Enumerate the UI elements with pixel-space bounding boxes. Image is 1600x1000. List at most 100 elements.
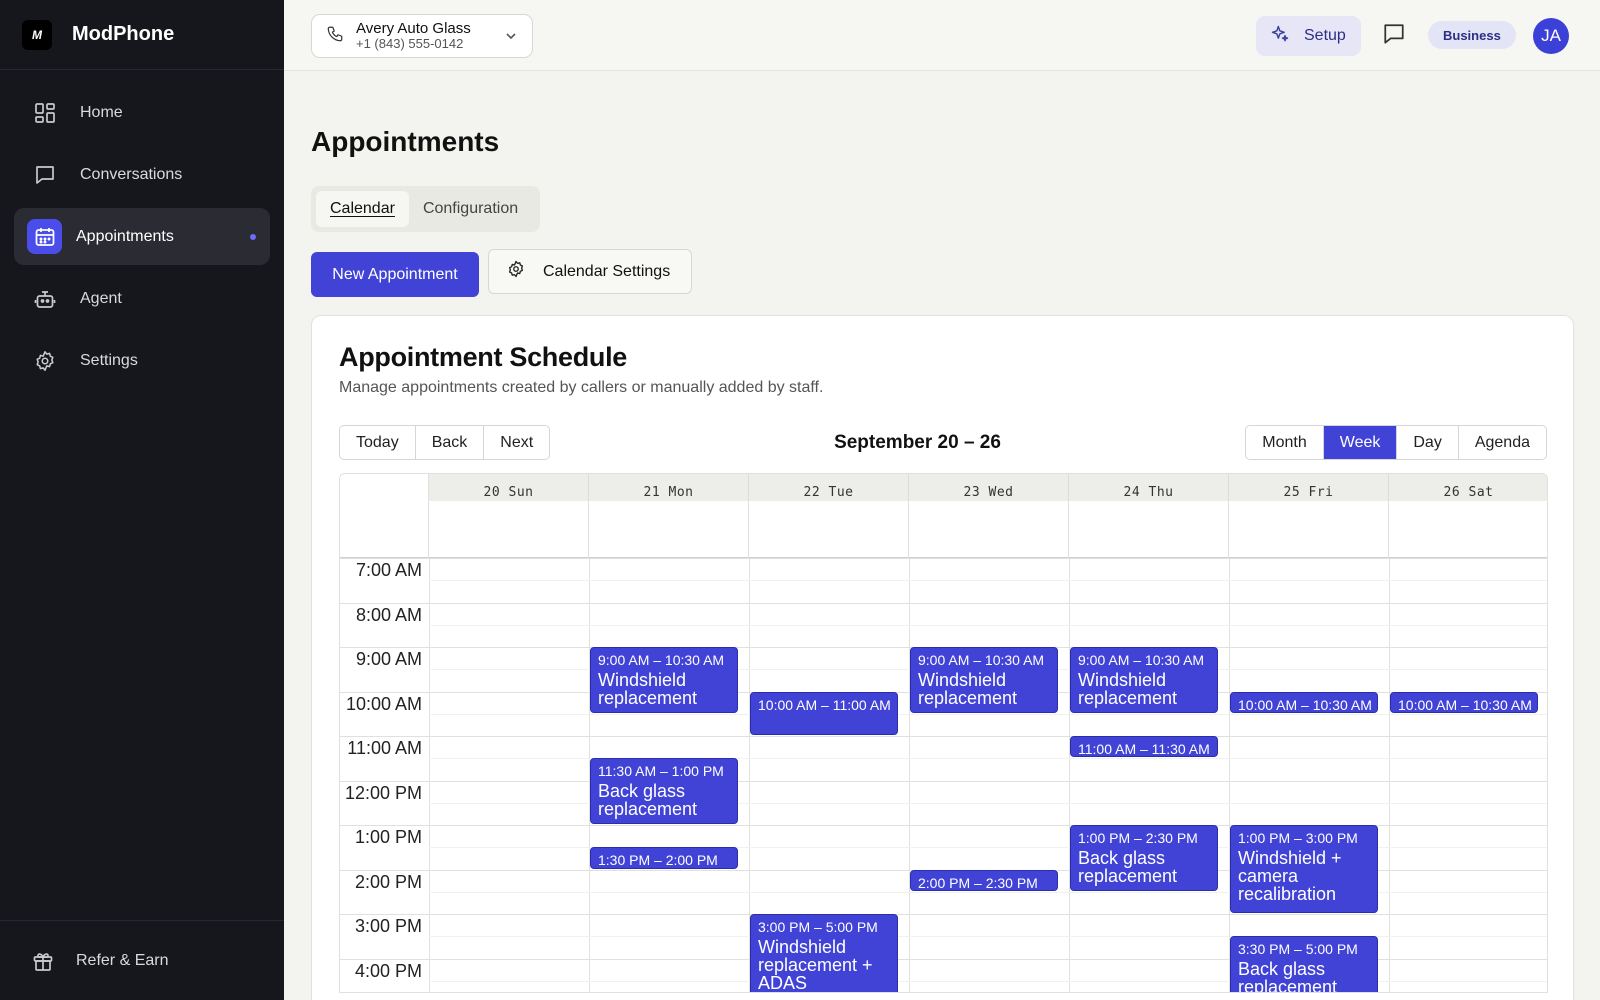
time-gutter-header bbox=[340, 474, 429, 558]
next-button[interactable]: Next bbox=[484, 426, 549, 459]
chevron-down-icon bbox=[504, 29, 518, 48]
hour-gridline bbox=[340, 914, 1547, 915]
view-day-button[interactable]: Day bbox=[1397, 426, 1459, 459]
event-time: 2:00 PM – 2:30 PM bbox=[918, 874, 1038, 891]
day-header[interactable]: 20 Sun bbox=[429, 474, 589, 501]
all-day-cell[interactable] bbox=[429, 501, 589, 558]
sidebar-item-agent[interactable]: Agent bbox=[14, 270, 270, 327]
sidebar-item-settings[interactable]: Settings bbox=[14, 332, 270, 389]
hour-gridline bbox=[340, 558, 1547, 559]
time-label: 10:00 AM bbox=[345, 693, 422, 714]
all-day-cell[interactable] bbox=[749, 501, 909, 558]
all-day-cell[interactable] bbox=[1389, 501, 1547, 558]
all-day-cell[interactable] bbox=[909, 501, 1069, 558]
hour-gridline bbox=[340, 780, 1547, 782]
appointment-event[interactable]: 9:00 AM – 10:30 AM Windshield replacement bbox=[910, 647, 1058, 713]
event-time: 10:00 AM – 10:30 AM bbox=[1238, 696, 1372, 713]
appointment-event[interactable]: 10:00 AM – 10:30 AM bbox=[1230, 691, 1378, 713]
grid-icon bbox=[32, 100, 58, 126]
day-header[interactable]: 25 Fri bbox=[1229, 474, 1389, 501]
setup-button[interactable]: Setup bbox=[1256, 16, 1361, 56]
appointment-event[interactable]: 11:30 AM – 1:00 PM Back glass replacement bbox=[590, 758, 738, 824]
tab-configuration[interactable]: Configuration bbox=[409, 191, 532, 227]
event-title: Windshield + camera recalibration bbox=[1238, 848, 1342, 904]
sidebar-item-conversations[interactable]: Conversations bbox=[14, 146, 270, 203]
schedule-subtitle: Manage appointments created by callers o… bbox=[339, 379, 824, 396]
sidebar-item-label: Conversations bbox=[80, 165, 183, 183]
page-title: Appointments bbox=[311, 126, 500, 157]
sidebar-item-label: Home bbox=[80, 103, 123, 121]
sidebar-item-home[interactable]: Home bbox=[14, 84, 270, 141]
half-hour-gridline bbox=[429, 713, 1547, 715]
event-time: 11:00 AM – 11:30 AM bbox=[1078, 741, 1210, 757]
sidebar-item-appointments[interactable]: Appointments bbox=[14, 208, 270, 265]
back-button[interactable]: Back bbox=[416, 426, 485, 459]
day-column-divider bbox=[909, 558, 910, 992]
messages-button[interactable] bbox=[1382, 22, 1406, 51]
view-agenda-button[interactable]: Agenda bbox=[1459, 426, 1546, 459]
tab-calendar[interactable]: Calendar bbox=[316, 191, 409, 227]
day-column-divider bbox=[1229, 558, 1230, 992]
appointment-event[interactable]: 3:30 PM – 5:00 PM Back glass replacement bbox=[1230, 936, 1378, 992]
half-hour-gridline bbox=[429, 624, 1547, 626]
event-time: 11:30 AM – 1:00 PM bbox=[598, 763, 724, 780]
sidebar-item-label: Agent bbox=[80, 289, 122, 307]
user-avatar[interactable]: JA bbox=[1533, 18, 1569, 54]
appointment-event[interactable]: 10:00 AM – 10:30 AM bbox=[1390, 691, 1538, 713]
phone-icon bbox=[326, 25, 344, 48]
all-day-cell[interactable] bbox=[1229, 501, 1389, 558]
hour-gridline bbox=[340, 602, 1547, 604]
appointment-event[interactable]: 2:00 PM – 2:30 PM bbox=[910, 869, 1058, 891]
appointment-event[interactable]: 9:00 AM – 10:30 AM Windshield replacement bbox=[1070, 647, 1218, 713]
today-button[interactable]: Today bbox=[340, 426, 416, 459]
business-name: Avery Auto Glass bbox=[356, 19, 471, 37]
all-day-cell[interactable] bbox=[1069, 501, 1229, 558]
gear-icon bbox=[32, 348, 58, 374]
calendar-settings-button[interactable]: Calendar Settings bbox=[488, 249, 692, 294]
time-label: 9:00 AM bbox=[355, 649, 422, 669]
day-header[interactable]: 24 Thu bbox=[1069, 474, 1229, 501]
day-header[interactable]: 23 Wed bbox=[909, 474, 1069, 501]
event-time: 10:00 AM – 11:00 AM bbox=[758, 696, 891, 713]
half-hour-gridline bbox=[429, 580, 1547, 582]
refer-and-earn-link[interactable]: Refer & Earn bbox=[0, 920, 284, 1000]
plan-badge: Business bbox=[1428, 21, 1516, 49]
appointment-event[interactable]: 3:00 PM – 5:00 PM Windshield replacement … bbox=[750, 914, 898, 993]
appointment-event[interactable]: 1:30 PM – 2:00 PM bbox=[590, 847, 738, 869]
event-time: 9:00 AM – 10:30 AM bbox=[918, 652, 1045, 668]
event-title: Windshield replacement bbox=[598, 670, 698, 708]
day-header[interactable]: 22 Tue bbox=[749, 474, 909, 501]
sidebar: M ModPhone Home Conversations Appointmen… bbox=[0, 0, 284, 1000]
event-title: Windshield replacement + ADAS bbox=[758, 937, 873, 993]
week-calendar-grid: 20 Sun 21 Mon 22 Tue 23 Wed 24 Thu 25 Fri 26 S… bbox=[339, 473, 1548, 993]
phone-number-selector[interactable]: Avery Auto Glass +1 (843) 555-0142 bbox=[311, 14, 533, 58]
event-time: 1:00 PM – 2:30 PM bbox=[1078, 830, 1198, 846]
day-column-divider bbox=[1389, 558, 1390, 992]
day-header[interactable]: 26 Sat bbox=[1389, 474, 1547, 501]
brand[interactable]: M ModPhone bbox=[0, 0, 284, 70]
event-title: Back glass replacement bbox=[1078, 848, 1178, 886]
chat-bubble-icon bbox=[1382, 24, 1406, 50]
appointment-event[interactable]: 1:00 PM – 3:00 PM Windshield + camera rec… bbox=[1230, 825, 1378, 913]
sidebar-item-label: Settings bbox=[80, 351, 138, 369]
new-appointment-button[interactable]: New Appointment bbox=[311, 252, 479, 297]
hour-gridline bbox=[340, 736, 1547, 737]
event-title: Back glass replacement bbox=[598, 781, 698, 820]
robot-icon bbox=[32, 286, 58, 312]
view-month-button[interactable]: Month bbox=[1246, 426, 1324, 459]
appointment-event[interactable]: 9:00 AM – 10:30 AM Windshield replacement bbox=[590, 647, 738, 713]
day-header[interactable]: 21 Mon bbox=[589, 474, 749, 501]
appointment-event[interactable]: 10:00 AM – 11:00 AM bbox=[750, 691, 898, 735]
all-day-cell[interactable] bbox=[589, 501, 749, 558]
event-title: Windshield replacement bbox=[1078, 670, 1178, 708]
appointment-event[interactable]: 11:00 AM – 11:30 AM bbox=[1070, 736, 1218, 758]
view-week-button[interactable]: Week bbox=[1323, 426, 1398, 459]
event-time: 3:00 PM – 5:00 PM bbox=[758, 919, 878, 935]
day-column-divider bbox=[1069, 558, 1070, 992]
view-switcher: Month Week Day Agenda bbox=[1245, 425, 1547, 460]
event-time: 3:30 PM – 5:00 PM bbox=[1238, 941, 1358, 958]
sidebar-nav: Home Conversations Appointments Agent Se… bbox=[0, 70, 284, 389]
schedule-title: Appointment Schedule bbox=[339, 342, 628, 372]
time-label: 3:00 PM bbox=[354, 916, 422, 936]
appointment-event[interactable]: 1:00 PM – 2:30 PM Back glass replacement bbox=[1070, 825, 1218, 891]
